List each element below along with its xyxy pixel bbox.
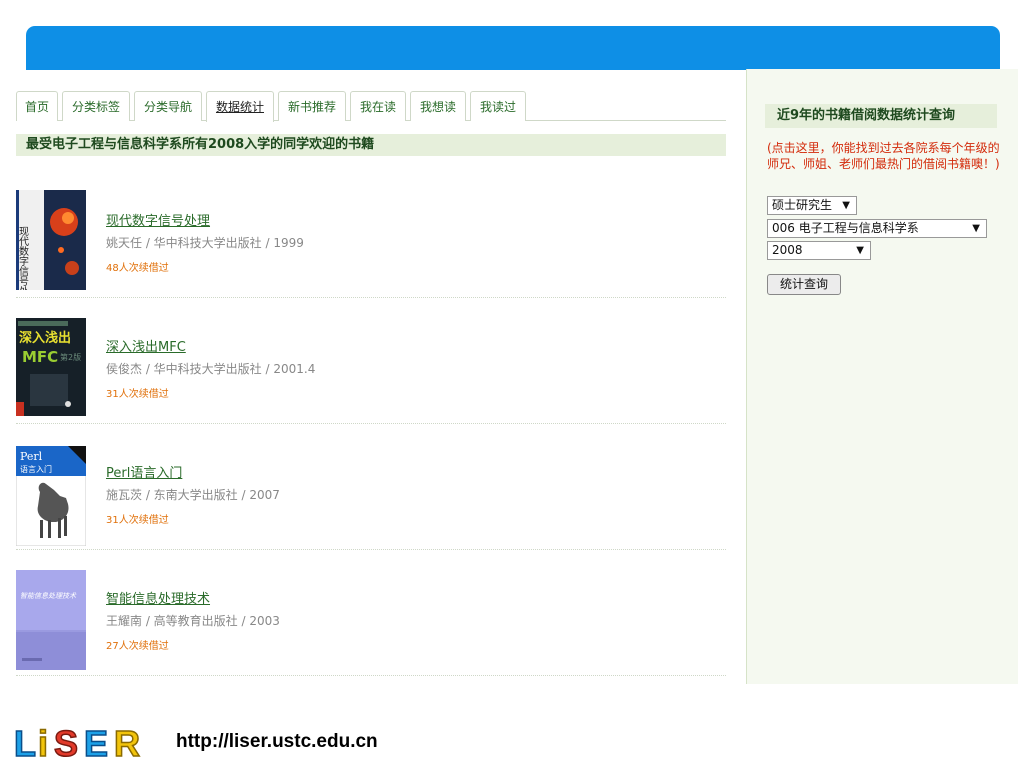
book-cover[interactable]: 现代数字信号处理 <box>16 190 86 290</box>
list-item: 智能信息处理技术 智能信息处理技术 王耀南 / 高等教育出版社 / 2003 2… <box>16 550 726 676</box>
tab-bar: 首页 分类标签 分类导航 数据统计 新书推荐 我在读 我想读 我读过 <box>16 91 726 122</box>
query-button[interactable]: 统计查询 <box>767 274 841 295</box>
sidebar-note-link[interactable]: (点击这里，你能找到过去各院系每个年级的师兄、师姐、老师们最热门的借阅书籍噢！) <box>767 140 1007 172</box>
svg-text:现代数字信号处理: 现代数字信号处理 <box>17 226 29 290</box>
book-meta: 施瓦茨 / 东南大学出版社 / 2007 <box>106 488 280 502</box>
tab-want-to-read[interactable]: 我想读 <box>410 91 466 121</box>
year-select-value: 2008 <box>772 243 803 257</box>
tab-reading[interactable]: 我在读 <box>350 91 406 121</box>
tab-new-books[interactable]: 新书推荐 <box>278 91 346 121</box>
list-item: Perl 语言入门 Perl语言入门 施瓦茨 / 东南大学出版社 / 2007 … <box>16 424 726 550</box>
tab-home[interactable]: 首页 <box>16 91 58 121</box>
book-cover[interactable]: Perl 语言入门 <box>16 446 86 546</box>
book-meta: 侯俊杰 / 华中科技大学出版社 / 2001.4 <box>106 362 316 376</box>
book-cover[interactable]: 智能信息处理技术 <box>16 570 86 670</box>
book-cover[interactable]: 深入浅出 MFC 第2版 <box>16 318 86 416</box>
department-select[interactable]: 006 电子工程与信息科学系 ▼ <box>767 219 987 238</box>
svg-text:深入浅出: 深入浅出 <box>19 330 71 346</box>
svg-text:Perl: Perl <box>20 450 43 463</box>
borrow-count: 31人次续借过 <box>106 515 169 526</box>
list-item: 深入浅出 MFC 第2版 深入浅出MFC 侯俊杰 / 华中科技大学出版社 / 2… <box>16 298 726 424</box>
book-title-link[interactable]: 智能信息处理技术 <box>106 588 210 607</box>
tab-category-tags[interactable]: 分类标签 <box>62 91 130 121</box>
svg-text:L: L <box>14 723 36 762</box>
liser-logo: L i S E R <box>13 722 164 765</box>
section-title: 最受电子工程与信息科学系所有2008入学的同学欢迎的书籍 <box>16 134 726 156</box>
tab-have-read[interactable]: 我读过 <box>470 91 526 121</box>
tab-statistics[interactable]: 数据统计 <box>206 91 274 122</box>
borrow-count: 31人次续借过 <box>106 389 169 400</box>
degree-select-value: 硕士研究生 <box>772 198 833 212</box>
svg-text:语言入门: 语言入门 <box>20 464 52 474</box>
borrow-count: 27人次续借过 <box>106 641 169 652</box>
svg-text:MFC: MFC <box>22 348 58 366</box>
book-title-link[interactable]: 深入浅出MFC <box>106 336 186 355</box>
svg-text:R: R <box>114 723 140 762</box>
book-meta: 王耀南 / 高等教育出版社 / 2003 <box>106 614 280 628</box>
department-select-value: 006 电子工程与信息科学系 <box>772 221 919 235</box>
chevron-down-icon: ▼ <box>842 200 850 211</box>
svg-text:S: S <box>54 723 78 762</box>
svg-text:智能信息处理技术: 智能信息处理技术 <box>20 592 77 600</box>
list-item: 现代数字信号处理 现代数字信号处理 姚天任 / 华中科技大学出版社 / 1999… <box>16 172 726 298</box>
borrow-count: 48人次续借过 <box>106 263 169 274</box>
top-banner <box>26 26 1000 70</box>
book-title-link[interactable]: 现代数字信号处理 <box>106 210 210 229</box>
svg-text:E: E <box>84 723 108 762</box>
chevron-down-icon: ▼ <box>856 245 864 256</box>
year-select[interactable]: 2008 ▼ <box>767 241 871 260</box>
chevron-down-icon: ▼ <box>972 223 980 234</box>
sidebar: 近9年的书籍借阅数据统计查询 (点击这里，你能找到过去各院系每个年级的师兄、师姐… <box>746 69 1018 684</box>
tab-category-nav[interactable]: 分类导航 <box>134 91 202 121</box>
site-url[interactable]: http://liser.ustc.edu.cn <box>176 731 378 753</box>
book-title-link[interactable]: Perl语言入门 <box>106 462 182 481</box>
sidebar-title: 近9年的书籍借阅数据统计查询 <box>765 104 997 128</box>
degree-select[interactable]: 硕士研究生 ▼ <box>767 196 857 215</box>
book-meta: 姚天任 / 华中科技大学出版社 / 1999 <box>106 236 304 250</box>
svg-text:i: i <box>38 723 48 762</box>
svg-text:第2版: 第2版 <box>60 352 81 362</box>
